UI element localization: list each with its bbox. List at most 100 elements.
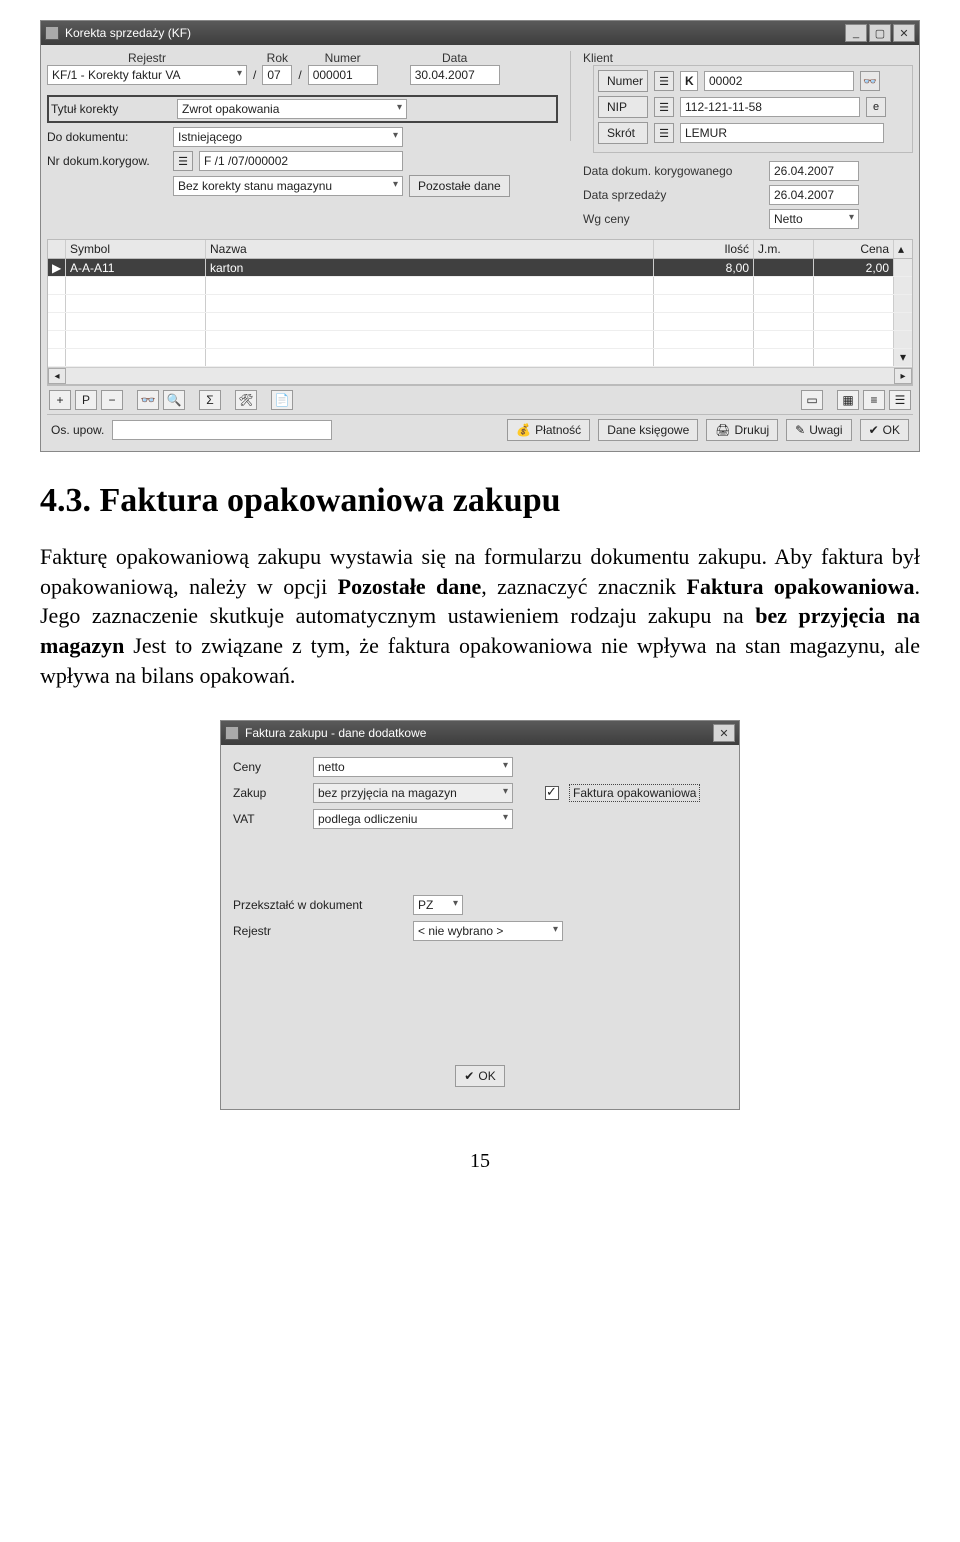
close-button[interactable]: ✕ <box>713 724 735 742</box>
dane-ksiegowe-button[interactable]: Dane księgowe <box>598 419 698 441</box>
data-sprz-label: Data sprzedaży <box>583 188 763 202</box>
p-icon[interactable]: P <box>75 390 97 410</box>
dlg-rejestr-select[interactable]: < nie wybrano > <box>413 921 563 941</box>
ie-icon[interactable]: e <box>866 97 886 117</box>
os-upow-label: Os. upow. <box>51 423 104 437</box>
window-title: Korekta sprzedaży (KF) <box>65 26 191 40</box>
list-icon[interactable]: ☰ <box>654 97 674 117</box>
os-upow-field[interactable] <box>112 420 332 440</box>
minimize-button[interactable]: _ <box>845 24 867 42</box>
scrollbar[interactable] <box>894 259 912 276</box>
bottom-bar: Os. upow. 💰 Płatność Dane księgowe 🖨 Dru… <box>47 414 913 445</box>
data-field[interactable]: 30.04.2007 <box>410 65 500 85</box>
platnosc-button[interactable]: 💰 Płatność <box>507 419 590 441</box>
dialog-window: Faktura zakupu - dane dodatkowe ✕ Ceny n… <box>220 720 740 1110</box>
wg-ceny-select[interactable]: Netto <box>769 209 859 229</box>
cell-ilosc: 8,00 <box>654 259 754 276</box>
faktura-opakowaniowa-checkbox[interactable] <box>545 786 559 800</box>
list-icon[interactable]: ☰ <box>889 390 911 410</box>
section-heading: 4.3. Faktura opakowaniowa zakupu <box>40 482 920 520</box>
table-row[interactable] <box>48 277 912 295</box>
scroll-left-icon[interactable]: ◂ <box>48 368 66 384</box>
grid-icon[interactable]: ▦ <box>837 390 859 410</box>
nrkor-field[interactable]: F /1 /07/000002 <box>199 151 403 171</box>
dodok-select[interactable]: Istniejącego <box>173 127 403 147</box>
list-icon[interactable]: ☰ <box>654 123 674 143</box>
klient-nip-field[interactable]: 112-121-11-58 <box>680 97 860 117</box>
scroll-right-icon[interactable]: ▸ <box>894 368 912 384</box>
table-row[interactable] <box>48 331 912 349</box>
scrollbar-horizontal[interactable]: ◂ ▸ <box>48 367 912 384</box>
list-icon[interactable]: ☰ <box>173 151 193 171</box>
tytul-label: Tytuł korekty <box>51 102 171 116</box>
dialog-title: Faktura zakupu - dane dodatkowe <box>245 726 426 740</box>
slash: / <box>253 54 256 82</box>
th-mark <box>48 240 66 258</box>
data-label: Data <box>410 51 500 65</box>
cell-symbol: A-A-A11 <box>66 259 206 276</box>
th-nazwa[interactable]: Nazwa <box>206 240 654 258</box>
tools-icon[interactable]: 🛠 <box>235 390 257 410</box>
rok-field[interactable]: 07 <box>262 65 292 85</box>
body-paragraph: Fakturę opakowaniową zakupu wystawia się… <box>40 542 920 690</box>
table-row[interactable]: ▶ A-A-A11 karton 8,00 2,00 <box>48 259 912 277</box>
pozostale-button[interactable]: Pozostałe dane <box>409 175 510 197</box>
klient-label: Klient <box>583 51 913 65</box>
tytul-select[interactable]: Zwrot opakowania <box>177 99 407 119</box>
remove-icon[interactable]: − <box>101 390 123 410</box>
numer-field[interactable]: 000001 <box>308 65 378 85</box>
sum-icon[interactable]: Σ <box>199 390 221 410</box>
nrkor-label: Nr dokum.korygow. <box>47 154 167 168</box>
ceny-select[interactable]: netto <box>313 757 513 777</box>
table-row[interactable] <box>48 313 912 331</box>
przeksztalc-select[interactable]: PZ <box>413 895 463 915</box>
app-icon <box>225 726 239 740</box>
dlg-rejestr-label: Rejestr <box>233 924 403 938</box>
doc-icon[interactable]: 📄 <box>271 390 293 410</box>
uwagi-button[interactable]: ✎ Uwagi <box>786 419 851 441</box>
app-icon <box>45 26 59 40</box>
zakup-select[interactable]: bez przyjęcia na magazyn <box>313 783 513 803</box>
binoculars-icon[interactable]: 👓 <box>137 390 159 410</box>
list-icon[interactable]: ☰ <box>654 71 674 91</box>
th-jm[interactable]: J.m. <box>754 240 814 258</box>
ceny-label: Ceny <box>233 760 303 774</box>
faktura-opakowaniowa-label: Faktura opakowaniowa <box>569 784 700 802</box>
table-row[interactable]: ▾ <box>48 349 912 367</box>
table-row[interactable] <box>48 295 912 313</box>
klient-skrot-field[interactable]: LEMUR <box>680 123 884 143</box>
dialog-ok-button[interactable]: ✔ OK <box>455 1065 504 1087</box>
slash: / <box>298 54 301 82</box>
klient-seria-field[interactable]: K <box>680 71 698 91</box>
data-kor-field[interactable]: 26.04.2007 <box>769 161 859 181</box>
th-scroll: ▴ <box>894 240 912 258</box>
data-sprz-field[interactable]: 26.04.2007 <box>769 185 859 205</box>
add-icon[interactable]: + <box>49 390 71 410</box>
search-icon[interactable]: 🔍 <box>163 390 185 410</box>
dialog-titlebar: Faktura zakupu - dane dodatkowe ✕ <box>221 721 739 745</box>
desc-icon[interactable]: ≡ <box>863 390 885 410</box>
positions-table: Symbol Nazwa Ilość J.m. Cena ▴ ▶ A-A-A11… <box>47 239 913 385</box>
maximize-button[interactable]: ▢ <box>869 24 891 42</box>
korekta-stanu-select[interactable]: Bez korekty stanu magazynu <box>173 176 403 196</box>
cell-jm <box>754 259 814 276</box>
th-cena[interactable]: Cena <box>814 240 894 258</box>
vat-select[interactable]: podlega odliczeniu <box>313 809 513 829</box>
binoculars-icon[interactable]: 👓 <box>860 71 880 91</box>
drukuj-button[interactable]: 🖨 Drukuj <box>706 419 778 441</box>
klient-skrot-button[interactable]: Skrót <box>598 122 648 144</box>
klient-numer-button[interactable]: Numer <box>598 70 648 92</box>
th-symbol[interactable]: Symbol <box>66 240 206 258</box>
przeksztalc-label: Przekształć w dokument <box>233 898 403 912</box>
klient-nip-button[interactable]: NIP <box>598 96 648 118</box>
toolbar: + P − 👓 🔍 Σ 🛠 📄 ▭ ▦ ≡ ☰ <box>47 385 913 414</box>
vat-label: VAT <box>233 812 303 826</box>
rok-label: Rok <box>262 51 292 65</box>
form-icon[interactable]: ▭ <box>801 390 823 410</box>
zakup-label: Zakup <box>233 786 303 800</box>
ok-button[interactable]: ✔ OK <box>860 419 909 441</box>
close-button[interactable]: ✕ <box>893 24 915 42</box>
th-ilosc[interactable]: Ilość <box>654 240 754 258</box>
klient-numer-field[interactable]: 00002 <box>704 71 854 91</box>
rejestr-select[interactable]: KF/1 - Korekty faktur VA <box>47 65 247 85</box>
